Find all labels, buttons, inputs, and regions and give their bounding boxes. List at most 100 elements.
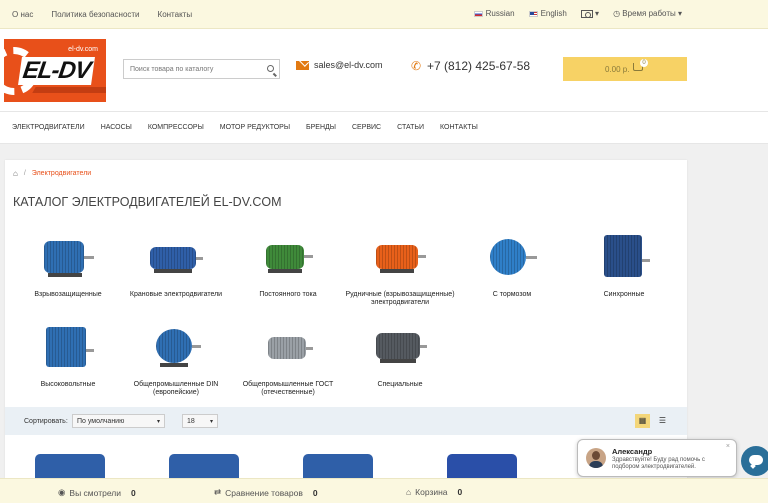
limit-value: 18 xyxy=(187,418,195,425)
bottom-cart-count: 0 xyxy=(457,487,463,497)
sort-value: По умолчанию xyxy=(77,418,125,425)
motor-image xyxy=(596,235,652,281)
page-title: КАТАЛОГ ЭЛЕКТРОДВИГАТЕЛЕЙ EL-DV.COM xyxy=(13,195,282,209)
nav-item-brands[interactable]: БРЕНДЫ xyxy=(306,124,336,131)
chevron-down-icon: ▾ xyxy=(595,9,600,18)
worktime-dropdown[interactable]: ◷ Время работы ▾ xyxy=(613,9,682,18)
chat-agent-name: Александр xyxy=(612,447,653,456)
category-dc[interactable]: Постоянного тока xyxy=(233,235,343,299)
limit-select[interactable]: 18 ▾ xyxy=(182,414,218,428)
top-right: Russian English ▾ ◷ Время работы ▾ xyxy=(473,9,682,18)
avatar xyxy=(586,448,606,468)
mail-icon xyxy=(296,60,309,70)
chevron-down-icon: ▾ xyxy=(156,419,160,425)
sort-label: Сортировать: xyxy=(24,418,68,425)
viewed-label: Вы смотрели xyxy=(69,487,121,498)
link-contacts[interactable]: Контакты xyxy=(158,10,193,19)
nav-item-contacts[interactable]: КОНТАКТЫ xyxy=(440,124,478,131)
search-icon[interactable] xyxy=(267,65,274,72)
sort-select[interactable]: По умолчанию ▾ xyxy=(72,414,165,428)
top-links: О нас Политика безопасности Контакты xyxy=(12,10,192,19)
chevron-down-icon: ▾ xyxy=(677,9,682,18)
language-russian[interactable]: Russian xyxy=(473,9,515,18)
bottom-cart[interactable]: ⌂ Корзина 0 xyxy=(406,487,462,497)
chat-bubble-icon xyxy=(749,455,763,465)
category-label: Синхронные xyxy=(603,291,645,298)
link-about[interactable]: О нас xyxy=(12,10,33,19)
breadcrumb-separator: / xyxy=(23,170,26,177)
motor-image xyxy=(484,235,540,281)
motor-image xyxy=(40,325,96,371)
russia-flag-icon xyxy=(473,10,483,17)
motor-image xyxy=(148,235,204,281)
category-label: Общепромышленные ГОСТ (отечественные) xyxy=(242,381,334,396)
search-placeholder: Поиск товара по каталогу xyxy=(130,66,214,73)
category-high-voltage[interactable]: Высоковольтные xyxy=(13,325,123,389)
compare-label: Сравнение товаров xyxy=(225,487,303,498)
phone-text: +7 (812) 425-67-58 xyxy=(427,59,531,73)
cart-label: Корзина xyxy=(415,487,448,497)
chat-button[interactable] xyxy=(741,446,768,476)
email-contact[interactable]: sales@el-dv.com xyxy=(296,60,383,70)
motor-image xyxy=(260,325,316,371)
breadcrumb-current[interactable]: Электродвигатели xyxy=(32,170,91,177)
chat-message: Здравствуйте! Буду рад помочь с подбором… xyxy=(612,457,705,470)
basket-icon: ⌂ xyxy=(406,487,412,497)
grid-view-icon[interactable]: ▦ xyxy=(635,414,650,428)
phone-icon: ✆ xyxy=(411,58,422,73)
chat-popup[interactable]: Александр Здравствуйте! Буду рад помочь … xyxy=(577,439,737,477)
category-synchronous[interactable]: Синхронные xyxy=(569,235,679,299)
category-label: Высоковольтные xyxy=(40,381,96,388)
nav-item-pumps[interactable]: НАСОСЫ xyxy=(101,124,132,131)
search-input[interactable]: Поиск товара по каталогу xyxy=(123,59,280,79)
chevron-down-icon: ▾ xyxy=(209,419,213,425)
close-icon[interactable]: × xyxy=(726,443,730,450)
motor-image xyxy=(260,235,316,281)
link-privacy[interactable]: Политика безопасности xyxy=(51,10,139,19)
currency-selector[interactable]: ▾ xyxy=(580,9,600,18)
bottom-bar: ◉ Вы смотрели 0 ⇄ Сравнение товаров 0 ⌂ … xyxy=(0,478,768,503)
motor-image xyxy=(372,325,428,371)
category-label: Специальные xyxy=(377,381,423,388)
viewed-products[interactable]: ◉ Вы смотрели 0 xyxy=(58,487,136,498)
category-din[interactable]: Общепромышленные DIN (европейские) xyxy=(121,325,231,397)
category-brake[interactable]: С тормозом xyxy=(457,235,567,299)
language-english[interactable]: English xyxy=(528,9,567,18)
category-special[interactable]: Специальные xyxy=(345,325,455,389)
cart-total: 0.00 р. xyxy=(605,65,630,74)
logo-band xyxy=(32,87,106,93)
worktime-label: Время работы xyxy=(622,9,676,18)
eye-icon: ◉ xyxy=(58,487,66,497)
nav-item-service[interactable]: СЕРВИС xyxy=(352,124,381,131)
category-label: С тормозом xyxy=(492,291,532,298)
compare-products[interactable]: ⇄ Сравнение товаров 0 xyxy=(214,487,318,498)
motor-image xyxy=(148,325,204,371)
compare-icon: ⇄ xyxy=(214,487,222,497)
currency-icon xyxy=(580,9,593,18)
nav-item-articles[interactable]: СТАТЬИ xyxy=(397,124,424,131)
language-en-label: English xyxy=(540,9,567,18)
breadcrumb: ⌂ / Электродвигатели xyxy=(13,169,91,178)
top-bar: О нас Политика безопасности Контакты Rus… xyxy=(0,0,768,29)
category-label: Постоянного тока xyxy=(259,291,317,298)
email-text: sales@el-dv.com xyxy=(314,60,383,70)
cart-button[interactable]: 0.00 р. 0 xyxy=(563,57,687,81)
compare-count: 0 xyxy=(312,487,318,498)
category-explosion-proof[interactable]: Взрывозащищенные xyxy=(13,235,123,299)
category-mining[interactable]: Рудничные (взрывозащищенные) электродвиг… xyxy=(345,235,455,307)
list-view-icon[interactable]: ☰ xyxy=(655,414,670,428)
category-label: Крановые электродвигатели xyxy=(129,291,223,298)
cart-count-badge: 0 xyxy=(640,59,648,67)
category-gost[interactable]: Общепромышленные ГОСТ (отечественные) xyxy=(233,325,343,397)
phone-contact[interactable]: ✆ +7 (812) 425-67-58 xyxy=(411,59,530,73)
nav-item-gearmotors[interactable]: МОТОР РЕДУКТОРЫ xyxy=(220,124,290,131)
category-label: Взрывозащищенные xyxy=(34,291,102,298)
home-icon[interactable]: ⌂ xyxy=(13,169,18,178)
logo-text: EL-DV xyxy=(18,57,95,85)
motor-image xyxy=(40,235,96,281)
nav-item-motors[interactable]: ЭЛЕКТРОДВИГАТЕЛИ xyxy=(12,124,85,131)
category-crane[interactable]: Крановые электродвигатели xyxy=(121,235,231,299)
nav-item-compressors[interactable]: КОМПРЕССОРЫ xyxy=(148,124,204,131)
category-label: Общепромышленные DIN (европейские) xyxy=(133,381,219,396)
site-logo[interactable]: el-dv.com EL-DV xyxy=(4,39,106,102)
